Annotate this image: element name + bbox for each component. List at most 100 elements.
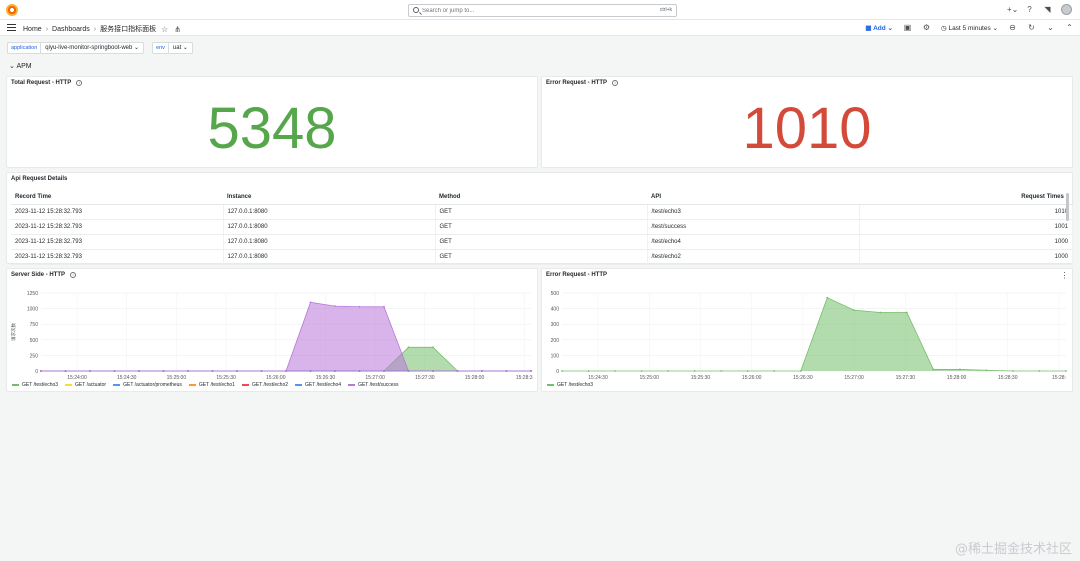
error-request-chart[interactable]: 0 100 200 300 400 500 15:24:30 15:25:00 15:25:30… <box>542 283 1072 389</box>
legend-item[interactable]: GET /test/echo1 <box>188 382 235 388</box>
column-header[interactable]: API <box>647 191 859 205</box>
share-icon[interactable]: ⋔ <box>173 25 182 34</box>
variable-select-env[interactable]: uat ⌄ <box>168 42 193 54</box>
avatar[interactable] <box>1061 4 1072 15</box>
x-tick-label: 15:26:30 <box>793 375 813 381</box>
data-point <box>720 370 723 372</box>
legend-swatch <box>113 384 121 386</box>
legend-item[interactable]: GET /test/echo3 <box>547 382 593 388</box>
add-button[interactable]: ▦ Add ⌄ <box>865 24 893 32</box>
legend-item[interactable]: GET /actuator/prometheus <box>113 382 182 388</box>
table-cell: /test/echo4 <box>647 234 860 250</box>
x-tick-label: 15:25:30 <box>216 375 236 381</box>
add-panel-icon: ▦ <box>865 24 874 32</box>
y-tick-label: 750 <box>30 322 39 328</box>
stat-panel-error: Error Request - HTTP i 1010 <box>541 76 1073 168</box>
variable-select-application[interactable]: qiyu-live-monitor-springboot-web ⌄ <box>41 42 145 54</box>
data-point <box>285 370 287 372</box>
data-point <box>530 370 532 372</box>
breadcrumb-current: 服务接口指标面板 <box>100 26 157 33</box>
grafana-logo[interactable] <box>6 4 18 16</box>
column-header-sorted[interactable]: Request Times ↓ <box>859 191 1073 205</box>
legend-item[interactable]: GET /test/echo4 <box>295 382 341 388</box>
panel-title: Api Request Details <box>11 176 68 182</box>
x-tick-label: 15:24:30 <box>588 375 608 381</box>
column-header-label: Request Times <box>1021 194 1064 201</box>
table-cell: 2023-11-12 15:28:32.793 <box>11 204 224 220</box>
column-header[interactable]: Method <box>435 191 647 205</box>
data-point <box>799 370 802 372</box>
zoom-out-icon[interactable]: ⊖ <box>1008 23 1017 32</box>
data-point <box>309 301 312 304</box>
legend-item[interactable]: GET /test/echo3 <box>12 382 58 388</box>
data-point <box>64 370 67 372</box>
data-point <box>640 370 643 372</box>
y-tick-label: 0 <box>35 369 38 375</box>
search-input[interactable] <box>422 6 622 16</box>
info-icon[interactable]: i <box>70 272 77 278</box>
row-header[interactable]: ⌄ APM <box>9 62 32 70</box>
y-tick-label: 100 <box>551 353 560 359</box>
data-point <box>1065 370 1067 372</box>
info-icon[interactable]: i <box>76 80 83 86</box>
info-icon[interactable]: i <box>612 80 619 86</box>
data-point <box>985 369 988 372</box>
legend-label: GET /test/echo3 <box>22 382 59 388</box>
search-box[interactable]: ctrl+k <box>408 4 677 17</box>
legend-label: GET /actuator/prometheus <box>123 382 182 388</box>
chart-legend: GET /test/echo3 <box>547 382 593 388</box>
news-icon[interactable]: ◥ <box>1043 5 1052 14</box>
column-header[interactable]: Instance <box>223 191 435 205</box>
error-request-panel: Error Request - HTTP ⋮ 0 100 200 300 400 500 1… <box>541 268 1073 392</box>
breadcrumb-home[interactable]: Home <box>23 26 42 33</box>
x-tick-label: 15:27:00 <box>365 375 385 381</box>
data-point <box>879 311 882 314</box>
series-area <box>41 302 531 371</box>
table-scrollbar[interactable] <box>1066 193 1069 221</box>
gear-icon[interactable]: ⚙ <box>922 23 931 32</box>
data-point <box>40 370 42 372</box>
breadcrumb-dashboards[interactable]: Dashboards <box>52 26 90 33</box>
legend-label: GET /test/echo2 <box>251 382 289 388</box>
legend-item[interactable]: GET /actuator <box>65 382 106 388</box>
x-tick-label: 15:25:00 <box>167 375 187 381</box>
data-point <box>456 370 459 372</box>
data-point <box>162 370 165 372</box>
data-point <box>746 370 749 372</box>
row-title: APM <box>16 63 32 70</box>
y-tick-label: 1000 <box>27 307 38 313</box>
legend-label: GET /test/echo4 <box>305 382 342 388</box>
chevron-down-icon[interactable]: ⌄ <box>1046 23 1055 32</box>
data-point <box>187 370 189 372</box>
data-point <box>852 309 855 312</box>
chevron-right-icon: › <box>93 25 97 33</box>
stat-panel-total: Total Request - HTTP i 5348 <box>6 76 538 168</box>
data-point <box>667 370 670 372</box>
table-row: 2023-11-12 15:28:32.793 127.0.0.1:8080 GET… <box>11 204 1073 220</box>
data-point <box>561 370 563 372</box>
y-tick-label: 500 <box>551 291 560 297</box>
variable-value: qiyu-live-monitor-springboot-web <box>45 45 133 51</box>
legend-label: GET /test/success <box>358 382 399 388</box>
star-icon[interactable]: ☆ <box>160 25 169 34</box>
help-icon[interactable]: ? <box>1025 5 1034 14</box>
x-tick-label: 15:28:3 <box>516 375 533 381</box>
save-icon[interactable]: ▣ <box>903 23 912 32</box>
legend-item[interactable]: GET /test/echo2 <box>241 382 289 388</box>
data-point <box>1012 370 1014 372</box>
time-picker[interactable]: ◷ Last 5 minutes ⌄ <box>941 24 998 32</box>
table-panel: Api Request Details Record Time Instance… <box>6 172 1073 265</box>
legend-swatch <box>188 384 196 386</box>
menu-icon[interactable] <box>7 24 16 31</box>
nav-bar: Home › Dashboards › 服务接口指标面板 ☆ ⋔ ▦ Add ⌄… <box>0 20 1080 36</box>
data-point <box>958 368 961 371</box>
x-tick-label: 15:27:30 <box>415 375 435 381</box>
server-side-chart[interactable]: 0 250 500 750 1000 1250 15:24:00 15:24:30 15:25:… <box>7 283 537 389</box>
column-header[interactable]: Record Time <box>11 191 223 205</box>
collapse-icon[interactable]: ⌃ <box>1065 23 1074 32</box>
plus-icon[interactable]: +⌄ <box>1007 5 1018 14</box>
x-tick-label: 15:28:00 <box>947 375 967 381</box>
panel-menu-icon[interactable]: ⋮ <box>1060 271 1069 280</box>
legend-item[interactable]: GET /test/success <box>348 382 399 388</box>
refresh-icon[interactable]: ↻ <box>1027 23 1036 32</box>
